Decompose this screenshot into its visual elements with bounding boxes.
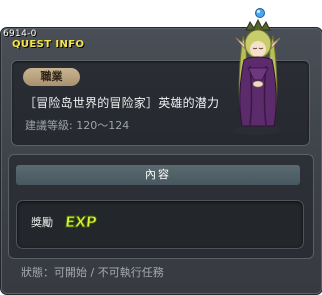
reward-box	[16, 200, 304, 249]
window-title: QUEST INFO	[12, 39, 85, 50]
recommended-level: 建議等級: 120～124	[25, 119, 130, 132]
exp-icon[interactable]: EXP	[64, 213, 98, 232]
npc-portrait-icon	[226, 8, 288, 136]
reward-label: 獎勵	[31, 216, 53, 229]
content-header: 內容	[16, 165, 300, 185]
quest-title: ［冒险岛世界的冒险家］英雄的潜力	[24, 96, 220, 110]
job-badge: 職業	[23, 68, 80, 86]
quest-code: 6914-0	[3, 29, 37, 39]
quest-status: 狀態：可開始 / 不可執行任務	[21, 266, 164, 279]
